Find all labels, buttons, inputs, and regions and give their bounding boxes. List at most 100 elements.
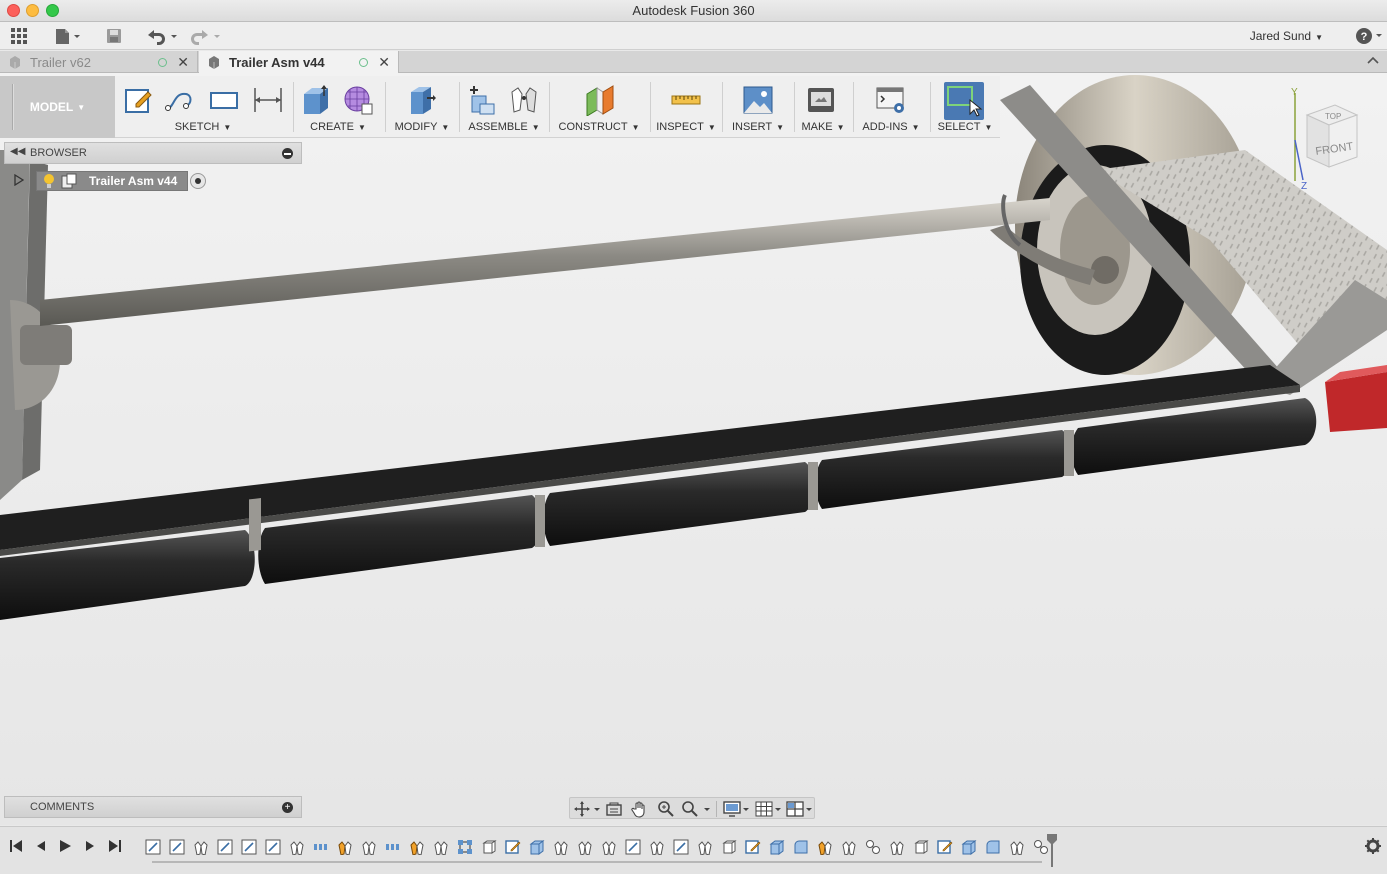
timeline-feature-icon[interactable] <box>265 839 281 855</box>
close-tab-icon[interactable]: ✕ <box>378 54 390 71</box>
timeline-extrude-icon[interactable] <box>769 839 785 855</box>
timeline-sketch-icon[interactable] <box>937 839 953 855</box>
timeline-rigid-group-icon[interactable] <box>457 839 473 855</box>
pan-hand-icon[interactable] <box>631 800 649 818</box>
timeline-feature-icon[interactable] <box>625 839 641 855</box>
timeline-fillet-icon[interactable] <box>985 839 1001 855</box>
expand-arrow-icon[interactable] <box>14 173 28 189</box>
create-sketch-icon[interactable] <box>122 84 154 116</box>
sketch-dimension-icon[interactable] <box>252 84 284 116</box>
insert-menu[interactable]: INSERT ▼ <box>725 121 791 133</box>
redo-icon[interactable] <box>188 27 222 45</box>
timeline-joint-icon[interactable] <box>697 839 713 856</box>
select-menu[interactable]: SELECT ▼ <box>934 121 996 133</box>
save-icon[interactable] <box>105 27 123 45</box>
visibility-bulb-icon[interactable] <box>41 173 57 189</box>
timeline-motion-link-icon[interactable] <box>865 839 881 855</box>
sketch-menu[interactable]: SKETCH ▼ <box>118 121 288 133</box>
timeline-joint-icon[interactable] <box>433 839 449 856</box>
view-cube-top[interactable]: TOP <box>1325 112 1341 121</box>
timeline-pattern-icon[interactable] <box>313 839 329 855</box>
activate-component-icon[interactable] <box>190 173 207 189</box>
form-icon[interactable] <box>342 84 374 116</box>
timeline-joint-icon[interactable] <box>193 839 209 856</box>
zoom-icon[interactable] <box>657 800 675 818</box>
timeline-joint-icon[interactable] <box>577 839 593 856</box>
viewports-icon[interactable] <box>786 800 814 818</box>
timeline-body-icon[interactable] <box>721 839 737 855</box>
timeline-joint-icon[interactable] <box>1009 839 1025 856</box>
timeline-joint-icon[interactable] <box>601 839 617 856</box>
extrude-icon[interactable] <box>300 84 332 116</box>
offset-plane-icon[interactable] <box>583 84 615 117</box>
add-comment-icon[interactable]: + <box>282 802 293 813</box>
collapse-toolbar-icon[interactable] <box>1367 54 1379 68</box>
fit-zoom-icon[interactable] <box>681 800 711 818</box>
timeline-extrude-icon[interactable] <box>961 839 977 855</box>
joint-icon[interactable] <box>508 84 540 116</box>
assemble-menu[interactable]: ASSEMBLE ▼ <box>462 121 546 133</box>
spline-icon[interactable] <box>164 84 196 116</box>
3d-print-icon[interactable] <box>805 84 837 116</box>
create-menu[interactable]: CREATE ▼ <box>296 121 380 133</box>
timeline-marker[interactable] <box>1046 833 1058 867</box>
look-at-icon[interactable] <box>605 800 623 818</box>
timeline-joint-icon[interactable] <box>289 839 305 856</box>
measure-icon[interactable] <box>670 84 702 116</box>
orbit-icon[interactable] <box>573 800 601 818</box>
display-settings-icon[interactable] <box>723 800 751 818</box>
inspect-menu[interactable]: INSPECT ▼ <box>653 121 719 133</box>
timeline-as-built-joint-icon[interactable] <box>337 839 353 856</box>
timeline-as-built-joint-icon[interactable] <box>817 839 833 856</box>
new-component-icon[interactable] <box>466 84 498 116</box>
help-icon[interactable]: ? <box>1355 26 1382 46</box>
timeline-feature-icon[interactable] <box>217 839 233 855</box>
undo-icon[interactable] <box>144 27 178 45</box>
timeline-as-built-joint-icon[interactable] <box>409 839 425 856</box>
play-icon[interactable] <box>57 838 73 854</box>
grid-settings-icon[interactable] <box>755 800 783 818</box>
timeline-feature-icon[interactable] <box>145 839 161 855</box>
go-to-end-icon[interactable] <box>107 838 123 854</box>
timeline-joint-icon[interactable] <box>361 839 377 856</box>
go-to-start-icon[interactable] <box>8 838 24 854</box>
step-forward-icon[interactable] <box>82 838 98 854</box>
file-menu-icon[interactable] <box>54 27 82 45</box>
modify-menu[interactable]: MODIFY ▼ <box>388 121 456 133</box>
browser-root-item[interactable]: Trailer Asm v44 <box>36 171 189 191</box>
timeline-body-icon[interactable] <box>481 839 497 855</box>
timeline-feature-icon[interactable] <box>169 839 185 855</box>
step-back-icon[interactable] <box>33 838 49 854</box>
timeline-sketch-icon[interactable] <box>505 839 521 855</box>
timeline-feature-icon[interactable] <box>673 839 689 855</box>
rectangle-icon[interactable] <box>208 84 240 116</box>
timeline-sketch-icon[interactable] <box>745 839 761 855</box>
minimize-panel-icon[interactable] <box>282 148 293 159</box>
view-cube[interactable]: TOP FRONT Y Z <box>1285 85 1365 195</box>
timeline-body-icon[interactable] <box>913 839 929 855</box>
comments-panel-header[interactable]: COMMENTS + <box>4 796 302 818</box>
timeline-joint-icon[interactable] <box>649 839 665 856</box>
scripts-and-add-ins-icon[interactable] <box>875 84 907 116</box>
canvas-viewport[interactable]: TOP FRONT Y Z <box>0 73 1387 825</box>
timeline-pattern-icon[interactable] <box>385 839 401 855</box>
press-pull-icon[interactable] <box>405 84 437 116</box>
add-ins-menu[interactable]: ADD-INS ▼ <box>856 121 926 133</box>
timeline-settings-gear-icon[interactable] <box>1364 837 1382 855</box>
canvas-image-icon[interactable] <box>742 84 774 116</box>
browser-panel-header[interactable]: ◀◀ BROWSER <box>4 142 302 164</box>
timeline-joint-icon[interactable] <box>553 839 569 856</box>
workspace-switcher[interactable]: MODEL ▼ <box>0 76 115 138</box>
user-menu[interactable]: Jared Sund ▼ <box>1250 29 1323 43</box>
collapse-left-icon[interactable]: ◀◀ <box>10 146 25 157</box>
timeline-extrude-icon[interactable] <box>529 839 545 855</box>
tab-trailer-asm-v44[interactable]: Trailer Asm v44 ✕ <box>199 51 399 73</box>
timeline-joint-icon[interactable] <box>889 839 905 856</box>
tab-trailer-v62[interactable]: Trailer v62 ✕ <box>0 51 198 73</box>
timeline-feature-icon[interactable] <box>241 839 257 855</box>
timeline-fillet-icon[interactable] <box>793 839 809 855</box>
timeline-joint-icon[interactable] <box>841 839 857 856</box>
data-panel-grid-icon[interactable] <box>10 27 28 45</box>
close-tab-icon[interactable]: ✕ <box>177 54 189 71</box>
make-menu[interactable]: MAKE ▼ <box>797 121 849 133</box>
